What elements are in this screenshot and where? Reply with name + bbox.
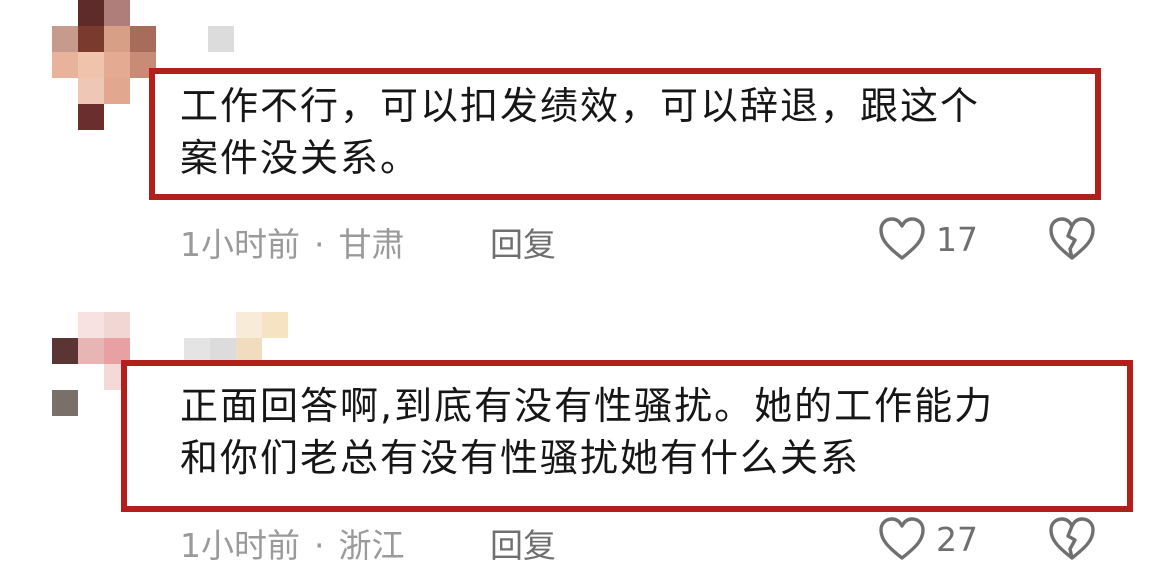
- username[interactable]: [184, 312, 288, 364]
- like-button[interactable]: 17: [878, 216, 978, 262]
- comment-text-line: 和你们老总有没有性骚扰她有什么关系: [180, 436, 861, 480]
- comment-meta: 1小时前 · 浙江: [180, 519, 405, 567]
- reply-button[interactable]: 回复: [490, 218, 556, 266]
- heart-outline-icon: [878, 216, 926, 262]
- timestamp: 1小时前: [180, 526, 300, 565]
- meta-separator: ·: [314, 225, 325, 264]
- broken-heart-icon: [1048, 217, 1096, 266]
- location: 甘肃: [338, 225, 405, 264]
- username[interactable]: [208, 26, 234, 52]
- comment-text: 工作不行，可以扣发绩效，可以辞退，跟这个 案件没关系。: [180, 80, 1090, 184]
- comment-text-line: 案件没关系。: [180, 136, 421, 180]
- heart-outline-icon: [878, 516, 926, 562]
- reply-button[interactable]: 回复: [490, 519, 556, 567]
- comment-meta: 1小时前 · 甘肃: [180, 218, 405, 266]
- dislike-button[interactable]: [1048, 516, 1096, 566]
- like-count: 27: [936, 519, 978, 559]
- comment-text-line: 工作不行，可以扣发绩效，可以辞退，跟这个: [180, 84, 981, 128]
- timestamp: 1小时前: [180, 225, 300, 264]
- like-button[interactable]: 27: [878, 516, 978, 562]
- comment-text-line: 正面回答啊,到底有没有性骚扰。她的工作能力: [180, 384, 995, 428]
- avatar[interactable]: [52, 0, 156, 130]
- comment-text: 正面回答啊,到底有没有性骚扰。她的工作能力 和你们老总有没有性骚扰她有什么关系: [180, 380, 1120, 484]
- location: 浙江: [338, 526, 405, 565]
- comment-item: 工作不行，可以扣发绩效，可以辞退，跟这个 案件没关系。 1小时前 · 甘肃 回复 1…: [0, 0, 1152, 290]
- comment-item: 正面回答啊,到底有没有性骚扰。她的工作能力 和你们老总有没有性骚扰她有什么关系 …: [0, 300, 1152, 577]
- meta-separator: ·: [314, 526, 325, 565]
- like-count: 17: [936, 219, 978, 259]
- dislike-button[interactable]: [1048, 216, 1096, 266]
- broken-heart-icon: [1048, 517, 1096, 566]
